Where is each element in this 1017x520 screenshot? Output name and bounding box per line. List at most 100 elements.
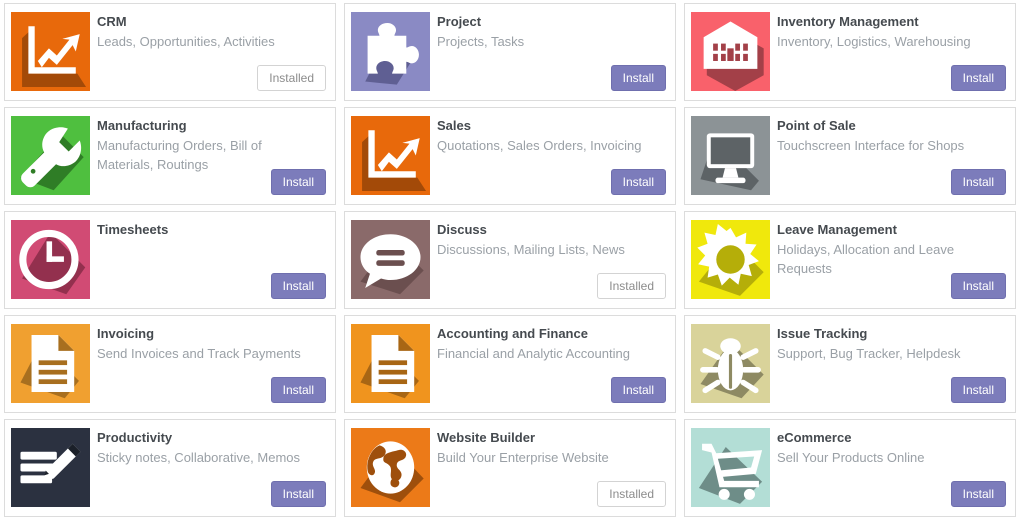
app-action: Installed (257, 65, 326, 91)
app-description: Sticky notes, Collaborative, Memos (97, 450, 301, 465)
app-card[interactable]: Website Builder Build Your Enterprise Web… (344, 419, 676, 517)
app-title: CRM (97, 14, 127, 29)
app-info: Inventory Management Inventory, Logistics… (770, 4, 1015, 100)
app-action: Install (950, 377, 1006, 403)
notes-pencil-icon (11, 428, 90, 507)
app-description: Sell Your Products Online (777, 450, 925, 465)
install-button[interactable]: Install (950, 65, 1006, 91)
warehouse-icon (691, 12, 770, 91)
app-card[interactable]: Manufacturing Manufacturing Orders, Bill … (4, 107, 336, 205)
app-description: Quotations, Sales Orders, Invoicing (437, 138, 642, 153)
app-info: Productivity Sticky notes, Collaborative,… (90, 420, 335, 516)
app-action: Installed (597, 481, 666, 507)
document-icon (11, 324, 90, 403)
app-info: Timesheets Install (90, 212, 335, 308)
installed-button[interactable]: Installed (597, 273, 666, 299)
app-title: Project (437, 14, 482, 29)
app-title: Productivity (97, 430, 173, 445)
app-description: Projects, Tasks (437, 34, 525, 49)
app-title: Discuss (437, 222, 487, 237)
app-card[interactable]: Leave Management Holidays, Allocation and… (684, 211, 1016, 309)
app-info: Project Projects, Tasks Install (430, 4, 675, 100)
installed-button[interactable]: Installed (597, 481, 666, 507)
app-info: Accounting and Finance Financial and Anal… (430, 316, 675, 412)
app-info: CRM Leads, Opportunities, Activities Insta… (90, 4, 335, 100)
app-title: Manufacturing (97, 118, 187, 133)
app-card[interactable]: Project Projects, Tasks Install (344, 3, 676, 101)
install-button[interactable]: Install (270, 481, 326, 507)
monitor-icon (691, 116, 770, 195)
shopping-cart-icon (691, 428, 770, 507)
app-title: Invoicing (97, 326, 155, 341)
app-info: Point of Sale Touchscreen Interface for S… (770, 108, 1015, 204)
app-card[interactable]: Issue Tracking Support, Bug Tracker, Help… (684, 315, 1016, 413)
app-description: Leads, Opportunities, Activities (97, 34, 275, 49)
app-description: Build Your Enterprise Website (437, 450, 609, 465)
app-card[interactable]: Discuss Discussions, Mailing Lists, News I… (344, 211, 676, 309)
speech-bubble-icon (351, 220, 430, 299)
app-card[interactable]: Accounting and Finance Financial and Anal… (344, 315, 676, 413)
app-card[interactable]: Point of Sale Touchscreen Interface for S… (684, 107, 1016, 205)
app-title: Timesheets (97, 222, 169, 237)
clock-icon (11, 220, 90, 299)
install-button[interactable]: Install (950, 273, 1006, 299)
app-card[interactable]: CRM Leads, Opportunities, Activities Insta… (4, 3, 336, 101)
app-description: Discussions, Mailing Lists, News (437, 242, 625, 257)
install-button[interactable]: Install (950, 377, 1006, 403)
install-button[interactable]: Install (950, 169, 1006, 195)
app-info: Issue Tracking Support, Bug Tracker, Help… (770, 316, 1015, 412)
app-title: Website Builder (437, 430, 536, 445)
app-action: Install (270, 377, 326, 403)
app-action: Install (950, 481, 1006, 507)
app-action: Install (270, 481, 326, 507)
app-info: Website Builder Build Your Enterprise Web… (430, 420, 675, 516)
app-title: Issue Tracking (777, 326, 868, 341)
app-card[interactable]: Sales Quotations, Sales Orders, Invoicing… (344, 107, 676, 205)
app-card[interactable]: Inventory Management Inventory, Logistics… (684, 3, 1016, 101)
install-button[interactable]: Install (610, 377, 666, 403)
app-description: Send Invoices and Track Payments (97, 346, 301, 361)
app-description: Touchscreen Interface for Shops (777, 138, 965, 153)
sun-icon (691, 220, 770, 299)
growth-chart-icon (351, 116, 430, 195)
install-button[interactable]: Install (270, 169, 326, 195)
app-action: Install (610, 377, 666, 403)
globe-icon (351, 428, 430, 507)
install-button[interactable]: Install (950, 481, 1006, 507)
growth-chart-icon (11, 12, 90, 91)
app-card[interactable]: Timesheets Install (4, 211, 336, 309)
app-action: Install (610, 169, 666, 195)
app-action: Install (270, 273, 326, 299)
app-info: Manufacturing Manufacturing Orders, Bill … (90, 108, 335, 204)
app-description: Financial and Analytic Accounting (437, 346, 630, 361)
document-icon (351, 324, 430, 403)
wrench-icon (11, 116, 90, 195)
puzzle-piece-icon (351, 12, 430, 91)
install-button[interactable]: Install (270, 377, 326, 403)
install-button[interactable]: Install (610, 169, 666, 195)
app-action: Install (950, 65, 1006, 91)
app-card[interactable]: Invoicing Send Invoices and Track Payment… (4, 315, 336, 413)
bug-icon (691, 324, 770, 403)
app-info: eCommerce Sell Your Products Online Instal… (770, 420, 1015, 516)
app-title: Point of Sale (777, 118, 856, 133)
app-title: eCommerce (777, 430, 852, 445)
app-card[interactable]: eCommerce Sell Your Products Online Instal… (684, 419, 1016, 517)
install-button[interactable]: Install (610, 65, 666, 91)
app-action: Install (950, 169, 1006, 195)
app-description: Inventory, Logistics, Warehousing (777, 34, 971, 49)
app-title: Sales (437, 118, 471, 133)
app-info: Leave Management Holidays, Allocation and… (770, 212, 1015, 308)
install-button[interactable]: Install (270, 273, 326, 299)
apps-grid: CRM Leads, Opportunities, Activities Insta… (0, 0, 1017, 520)
installed-button[interactable]: Installed (257, 65, 326, 91)
app-action: Installed (597, 273, 666, 299)
app-info: Sales Quotations, Sales Orders, Invoicing… (430, 108, 675, 204)
app-info: Discuss Discussions, Mailing Lists, News I… (430, 212, 675, 308)
app-title: Leave Management (777, 222, 897, 237)
app-info: Invoicing Send Invoices and Track Payment… (90, 316, 335, 412)
app-description: Support, Bug Tracker, Helpdesk (777, 346, 961, 361)
app-action: Install (950, 273, 1006, 299)
app-action: Install (270, 169, 326, 195)
app-card[interactable]: Productivity Sticky notes, Collaborative,… (4, 419, 336, 517)
